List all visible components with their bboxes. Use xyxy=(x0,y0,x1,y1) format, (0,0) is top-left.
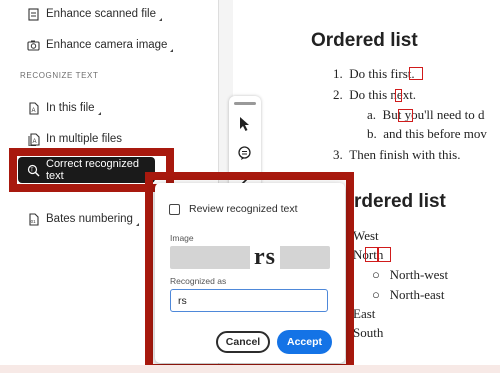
recognized-as-input[interactable] xyxy=(170,289,328,312)
bates-numbering-item[interactable]: 01 Bates numbering xyxy=(26,209,139,229)
files-icon: A xyxy=(26,132,40,146)
tool-label: Bates numbering xyxy=(46,213,133,225)
section-label-recognize-text: RECOGNIZE TEXT xyxy=(20,71,99,80)
enhance-scanned-file-item[interactable]: Enhance scanned file xyxy=(26,4,162,24)
image-snippet: rs xyxy=(250,244,280,270)
document-heading: Ordered list xyxy=(311,30,418,51)
review-label: Review recognized text xyxy=(189,203,298,215)
list-item: 1. Do this first. xyxy=(333,66,415,81)
tool-label: In this file xyxy=(46,102,95,114)
image-label: Image xyxy=(170,233,194,243)
suspect-word-box[interactable] xyxy=(395,89,402,102)
cancel-button[interactable]: Cancel xyxy=(216,331,270,353)
accept-button[interactable]: Accept xyxy=(277,330,332,354)
review-recognized-text-option[interactable]: Review recognized text xyxy=(169,203,298,215)
tool-label: Enhance camera image xyxy=(46,39,168,51)
suspect-word-box[interactable] xyxy=(409,67,423,80)
recognized-as-label: Recognized as xyxy=(170,276,227,286)
recognize-in-multiple-files-item[interactable]: A In multiple files xyxy=(26,129,122,149)
submenu-caret-icon xyxy=(135,222,139,226)
list-item: ○ North-west xyxy=(372,267,449,282)
review-checkbox[interactable] xyxy=(169,203,180,215)
camera-icon xyxy=(26,38,40,52)
file-text-icon: A xyxy=(26,101,40,115)
status-strip xyxy=(0,365,500,373)
list-item: West xyxy=(353,228,379,243)
tool-label: In multiple files xyxy=(46,133,123,145)
suspect-word-box[interactable] xyxy=(398,109,413,122)
list-item: South xyxy=(353,325,384,340)
list-item: b. and this before mov xyxy=(367,126,487,141)
suspect-word-box[interactable] xyxy=(377,247,391,262)
submenu-caret-icon xyxy=(170,48,174,52)
scan-icon xyxy=(26,7,40,21)
comment-icon[interactable] xyxy=(237,146,252,166)
svg-text:A: A xyxy=(31,108,35,114)
recognize-in-this-file-item[interactable]: A In this file xyxy=(26,98,101,118)
image-preview: rs xyxy=(170,244,330,270)
list-item: 3. Then finish with this. xyxy=(333,147,461,162)
enhance-camera-image-item[interactable]: Enhance camera image xyxy=(26,35,174,55)
list-item: 2. Do this next. xyxy=(333,87,417,102)
list-item: a. But you'll need to d xyxy=(367,107,485,122)
correct-text-dialog: Review recognized text Image rs Recogniz… xyxy=(155,183,345,363)
document-heading: rdered list xyxy=(354,191,446,212)
drag-handle[interactable] xyxy=(234,102,256,105)
tool-label: Enhance scanned file xyxy=(46,8,156,20)
select-cursor-icon[interactable] xyxy=(238,116,252,137)
submenu-caret-icon xyxy=(158,17,162,21)
svg-text:A: A xyxy=(32,139,36,145)
submenu-caret-icon xyxy=(97,111,101,115)
bates-icon: 01 xyxy=(26,212,40,226)
svg-text:01: 01 xyxy=(30,219,36,224)
list-item: ○ North-east xyxy=(372,287,445,302)
list-item: East xyxy=(353,306,376,321)
